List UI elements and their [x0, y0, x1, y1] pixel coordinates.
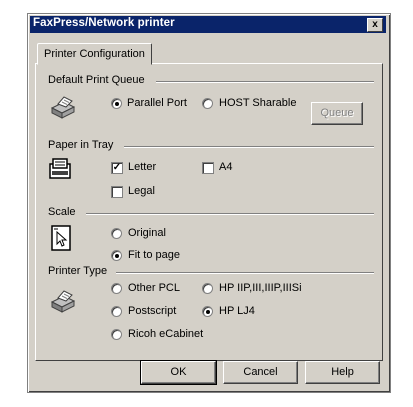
radio-postscript[interactable] — [111, 306, 122, 317]
radio-host-sharable-label: HOST Sharable — [219, 97, 297, 109]
close-button[interactable]: x — [367, 18, 383, 32]
printer-icon — [50, 290, 76, 313]
checkbox-letter-label: Letter — [128, 161, 157, 173]
group-default-print-queue-label: Default Print Queue — [48, 74, 145, 86]
divider — [86, 213, 374, 215]
queue-button[interactable]: Queue — [311, 102, 363, 125]
divider — [156, 81, 374, 83]
radio-parallel-port-label: Parallel Port — [127, 97, 187, 109]
printer-icon — [50, 96, 76, 119]
window-title: FaxPress/Network printer — [33, 17, 175, 29]
close-icon: x — [372, 19, 378, 30]
tab-label: Printer Configuration — [44, 48, 145, 60]
radio-hp-iip-iii[interactable] — [202, 283, 213, 294]
checkbox-letter[interactable]: ✓ — [111, 162, 123, 174]
radio-original-label: Original — [128, 227, 166, 239]
radio-postscript-label: Postscript — [128, 305, 177, 317]
group-scale-label: Scale — [48, 206, 76, 218]
tab-printer-configuration[interactable]: Printer Configuration — [37, 43, 152, 65]
radio-hp-lj4[interactable] — [202, 306, 213, 317]
radio-other-pcl-label: Other PCL — [128, 282, 180, 294]
queue-button-label: Queue — [320, 107, 354, 119]
checkbox-legal[interactable] — [111, 186, 123, 198]
group-paper-in-tray-label: Paper in Tray — [48, 139, 114, 151]
checkbox-legal-label: Legal — [128, 185, 155, 197]
dialog-window: FaxPress/Network printer x Printer Confi… — [27, 13, 391, 393]
help-button[interactable]: Help — [305, 361, 380, 384]
help-button-label: Help — [331, 366, 354, 378]
radio-original[interactable] — [111, 228, 122, 239]
radio-host-sharable[interactable] — [202, 98, 213, 109]
tab-panel: Default Print Queue Parallel Port HOST S… — [35, 63, 383, 361]
radio-ricoh-ecabinet-label: Ricoh eCabinet — [128, 328, 204, 340]
divider — [124, 146, 374, 148]
radio-fit-to-page[interactable] — [111, 250, 122, 261]
checkbox-a4-label: A4 — [219, 161, 233, 173]
ok-button-label: OK — [170, 366, 187, 378]
title-bar[interactable]: FaxPress/Network printer x — [30, 16, 386, 33]
cancel-button-label: Cancel — [243, 366, 278, 378]
radio-hp-iip-iii-label: HP IIP,III,IIIP,IIISi — [219, 282, 302, 294]
radio-other-pcl[interactable] — [111, 283, 122, 294]
fit-page-icon — [51, 225, 71, 251]
radio-fit-to-page-label: Fit to page — [128, 249, 180, 261]
group-printer-type-label: Printer Type — [48, 265, 108, 277]
ok-button[interactable]: OK — [140, 360, 217, 385]
checkbox-a4[interactable] — [202, 162, 214, 174]
paper-tray-icon — [49, 158, 71, 179]
divider — [116, 272, 374, 274]
radio-parallel-port[interactable] — [111, 98, 122, 109]
cancel-button[interactable]: Cancel — [223, 361, 298, 384]
radio-ricoh-ecabinet[interactable] — [111, 329, 122, 340]
radio-hp-lj4-label: HP LJ4 — [219, 305, 255, 317]
